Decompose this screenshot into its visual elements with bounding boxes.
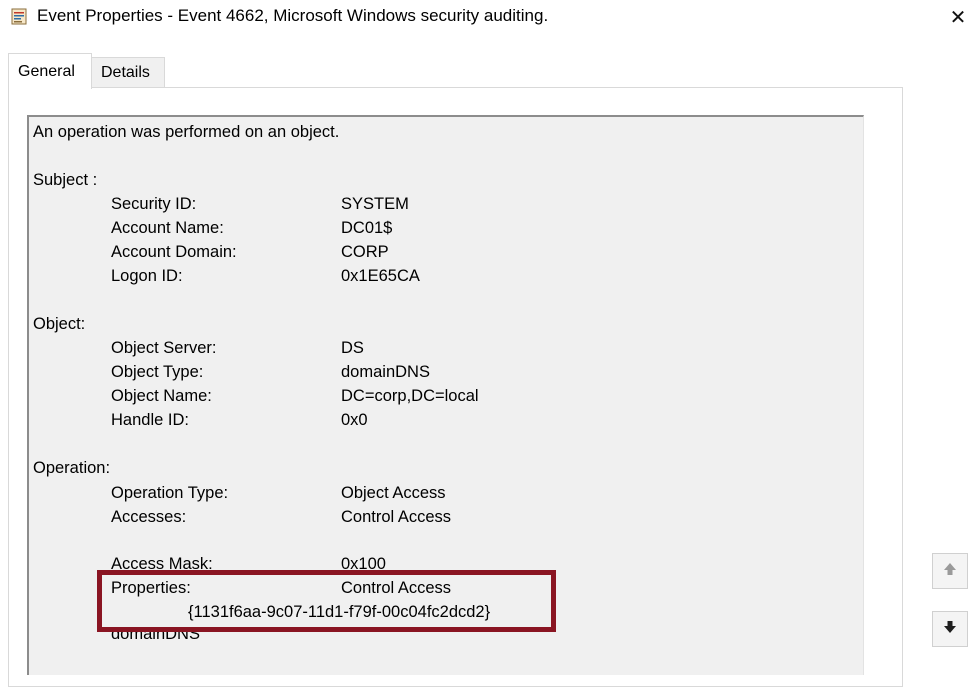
object-name-label: Object Name: xyxy=(111,387,212,405)
tab-strip: General Details xyxy=(8,53,903,89)
title-bar: Event Properties - Event 4662, Microsoft… xyxy=(0,0,980,34)
window-title: Event Properties - Event 4662, Microsoft… xyxy=(37,6,549,25)
account-domain-label: Account Domain: xyxy=(111,243,237,261)
object-name-value: DC=corp,DC=local xyxy=(341,387,479,405)
logon-id-value: 0x1E65CA xyxy=(341,267,420,285)
description-intro: An operation was performed on an object. xyxy=(33,123,340,141)
tab-general-label: General xyxy=(18,62,75,80)
operation-type-value: Object Access xyxy=(341,484,446,502)
security-id-label: Security ID: xyxy=(111,195,197,213)
object-server-label: Object Server: xyxy=(111,339,217,357)
security-id-value: SYSTEM xyxy=(341,195,409,213)
object-type-value: domainDNS xyxy=(341,363,430,381)
account-name-label: Account Name: xyxy=(111,219,224,237)
accesses-value: Control Access xyxy=(341,508,452,526)
arrow-up-icon xyxy=(942,561,958,582)
close-button[interactable]: ✕ xyxy=(936,0,980,34)
properties-highlight-box xyxy=(97,570,556,632)
handle-id-value: 0x0 xyxy=(341,411,368,429)
account-name-value: DC01$ xyxy=(341,219,393,237)
logon-id-label: Logon ID: xyxy=(111,267,183,285)
object-server-value: DS xyxy=(341,339,364,357)
subject-heading: Subject : xyxy=(33,171,98,189)
account-domain-value: CORP xyxy=(341,243,389,261)
handle-id-label: Handle ID: xyxy=(111,411,189,429)
arrow-down-icon xyxy=(942,619,958,640)
object-type-label: Object Type: xyxy=(111,363,204,381)
accesses-label: Accesses: xyxy=(111,508,187,526)
event-properties-icon xyxy=(11,8,27,25)
scroll-up-button[interactable] xyxy=(932,553,968,589)
tab-general[interactable]: General xyxy=(8,53,92,89)
tab-details[interactable]: Details xyxy=(91,57,165,88)
operation-heading: Operation: xyxy=(33,459,111,477)
scroll-down-button[interactable] xyxy=(932,611,968,647)
object-heading: Object: xyxy=(33,315,86,333)
tab-details-label: Details xyxy=(101,63,150,81)
operation-type-label: Operation Type: xyxy=(111,484,229,502)
close-icon: ✕ xyxy=(949,6,967,29)
